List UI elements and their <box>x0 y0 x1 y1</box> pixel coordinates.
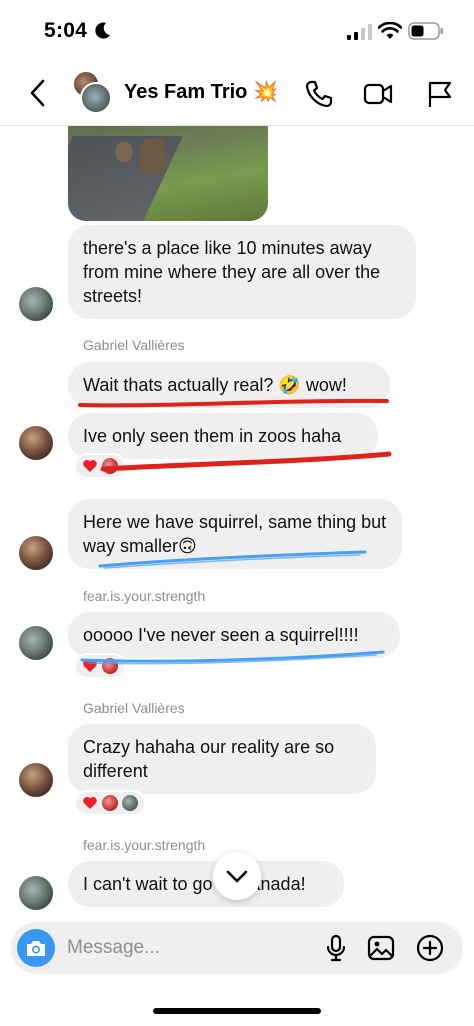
group-avatar[interactable] <box>72 70 114 114</box>
message-bubble[interactable]: ooooo I've never seen a squirrel!!!! <box>68 612 400 658</box>
sender-name: Gabriel Vallières <box>83 337 185 353</box>
status-time: 5:04 <box>44 19 88 42</box>
gallery-image-icon[interactable] <box>367 934 395 962</box>
message-bubble[interactable]: Crazy hahaha our reality are so differen… <box>68 724 376 794</box>
message-bubble[interactable]: there's a place like 10 minutes away fro… <box>68 225 416 319</box>
reactions[interactable] <box>74 453 126 479</box>
avatar[interactable] <box>19 763 53 797</box>
chat-header: Yes Fam Trio 💥 <box>0 62 474 126</box>
message-composer <box>11 922 463 974</box>
chat-title[interactable]: Yes Fam Trio 💥 <box>124 79 278 104</box>
status-bar: 5:04 <box>0 0 474 62</box>
avatar <box>80 82 112 114</box>
microphone-icon[interactable] <box>322 934 350 962</box>
camera-button[interactable] <box>17 929 55 967</box>
heart-reaction-icon <box>83 660 97 672</box>
message-bubble[interactable]: Wait thats actually real? 🤣 wow! <box>68 362 390 408</box>
heart-reaction-icon <box>83 460 97 472</box>
reactions[interactable] <box>74 790 146 816</box>
reactions[interactable] <box>74 653 126 679</box>
sender-name: Gabriel Vallières <box>83 700 185 716</box>
add-plus-icon[interactable] <box>416 934 444 962</box>
reactor-avatar <box>122 795 138 811</box>
message-bubble[interactable]: I can't wait to go to Canada! <box>68 861 344 907</box>
message-bubble[interactable]: Here we have squirrel, same thing but wa… <box>68 499 402 569</box>
back-arrow-icon[interactable] <box>26 78 50 108</box>
phone-call-icon[interactable] <box>303 78 335 110</box>
avatar[interactable] <box>19 287 53 321</box>
avatar[interactable] <box>19 536 53 570</box>
avatar[interactable] <box>19 426 53 460</box>
avatar[interactable] <box>19 876 53 910</box>
sender-name: fear.is.your.strength <box>83 588 206 604</box>
message-thread[interactable]: there's a place like 10 minutes away fro… <box>0 126 474 910</box>
scroll-to-bottom-button[interactable] <box>213 852 261 900</box>
home-indicator <box>153 1008 321 1014</box>
report-flag-icon[interactable] <box>424 78 456 110</box>
wifi-icon <box>378 22 402 39</box>
chevron-down-icon <box>226 870 248 883</box>
message-input[interactable] <box>67 922 307 974</box>
moon-icon <box>95 22 110 39</box>
avatar[interactable] <box>19 626 53 660</box>
heart-reaction-icon <box>83 797 97 809</box>
reactor-avatar <box>102 658 118 674</box>
reactor-avatar <box>102 458 118 474</box>
reactor-avatar <box>102 795 118 811</box>
battery-icon <box>408 22 443 40</box>
camera-icon <box>27 941 45 956</box>
sender-name: fear.is.your.strength <box>83 837 206 853</box>
video-call-icon[interactable] <box>362 78 394 110</box>
shared-photo[interactable] <box>68 126 268 221</box>
cellular-signal-icon <box>347 24 372 40</box>
